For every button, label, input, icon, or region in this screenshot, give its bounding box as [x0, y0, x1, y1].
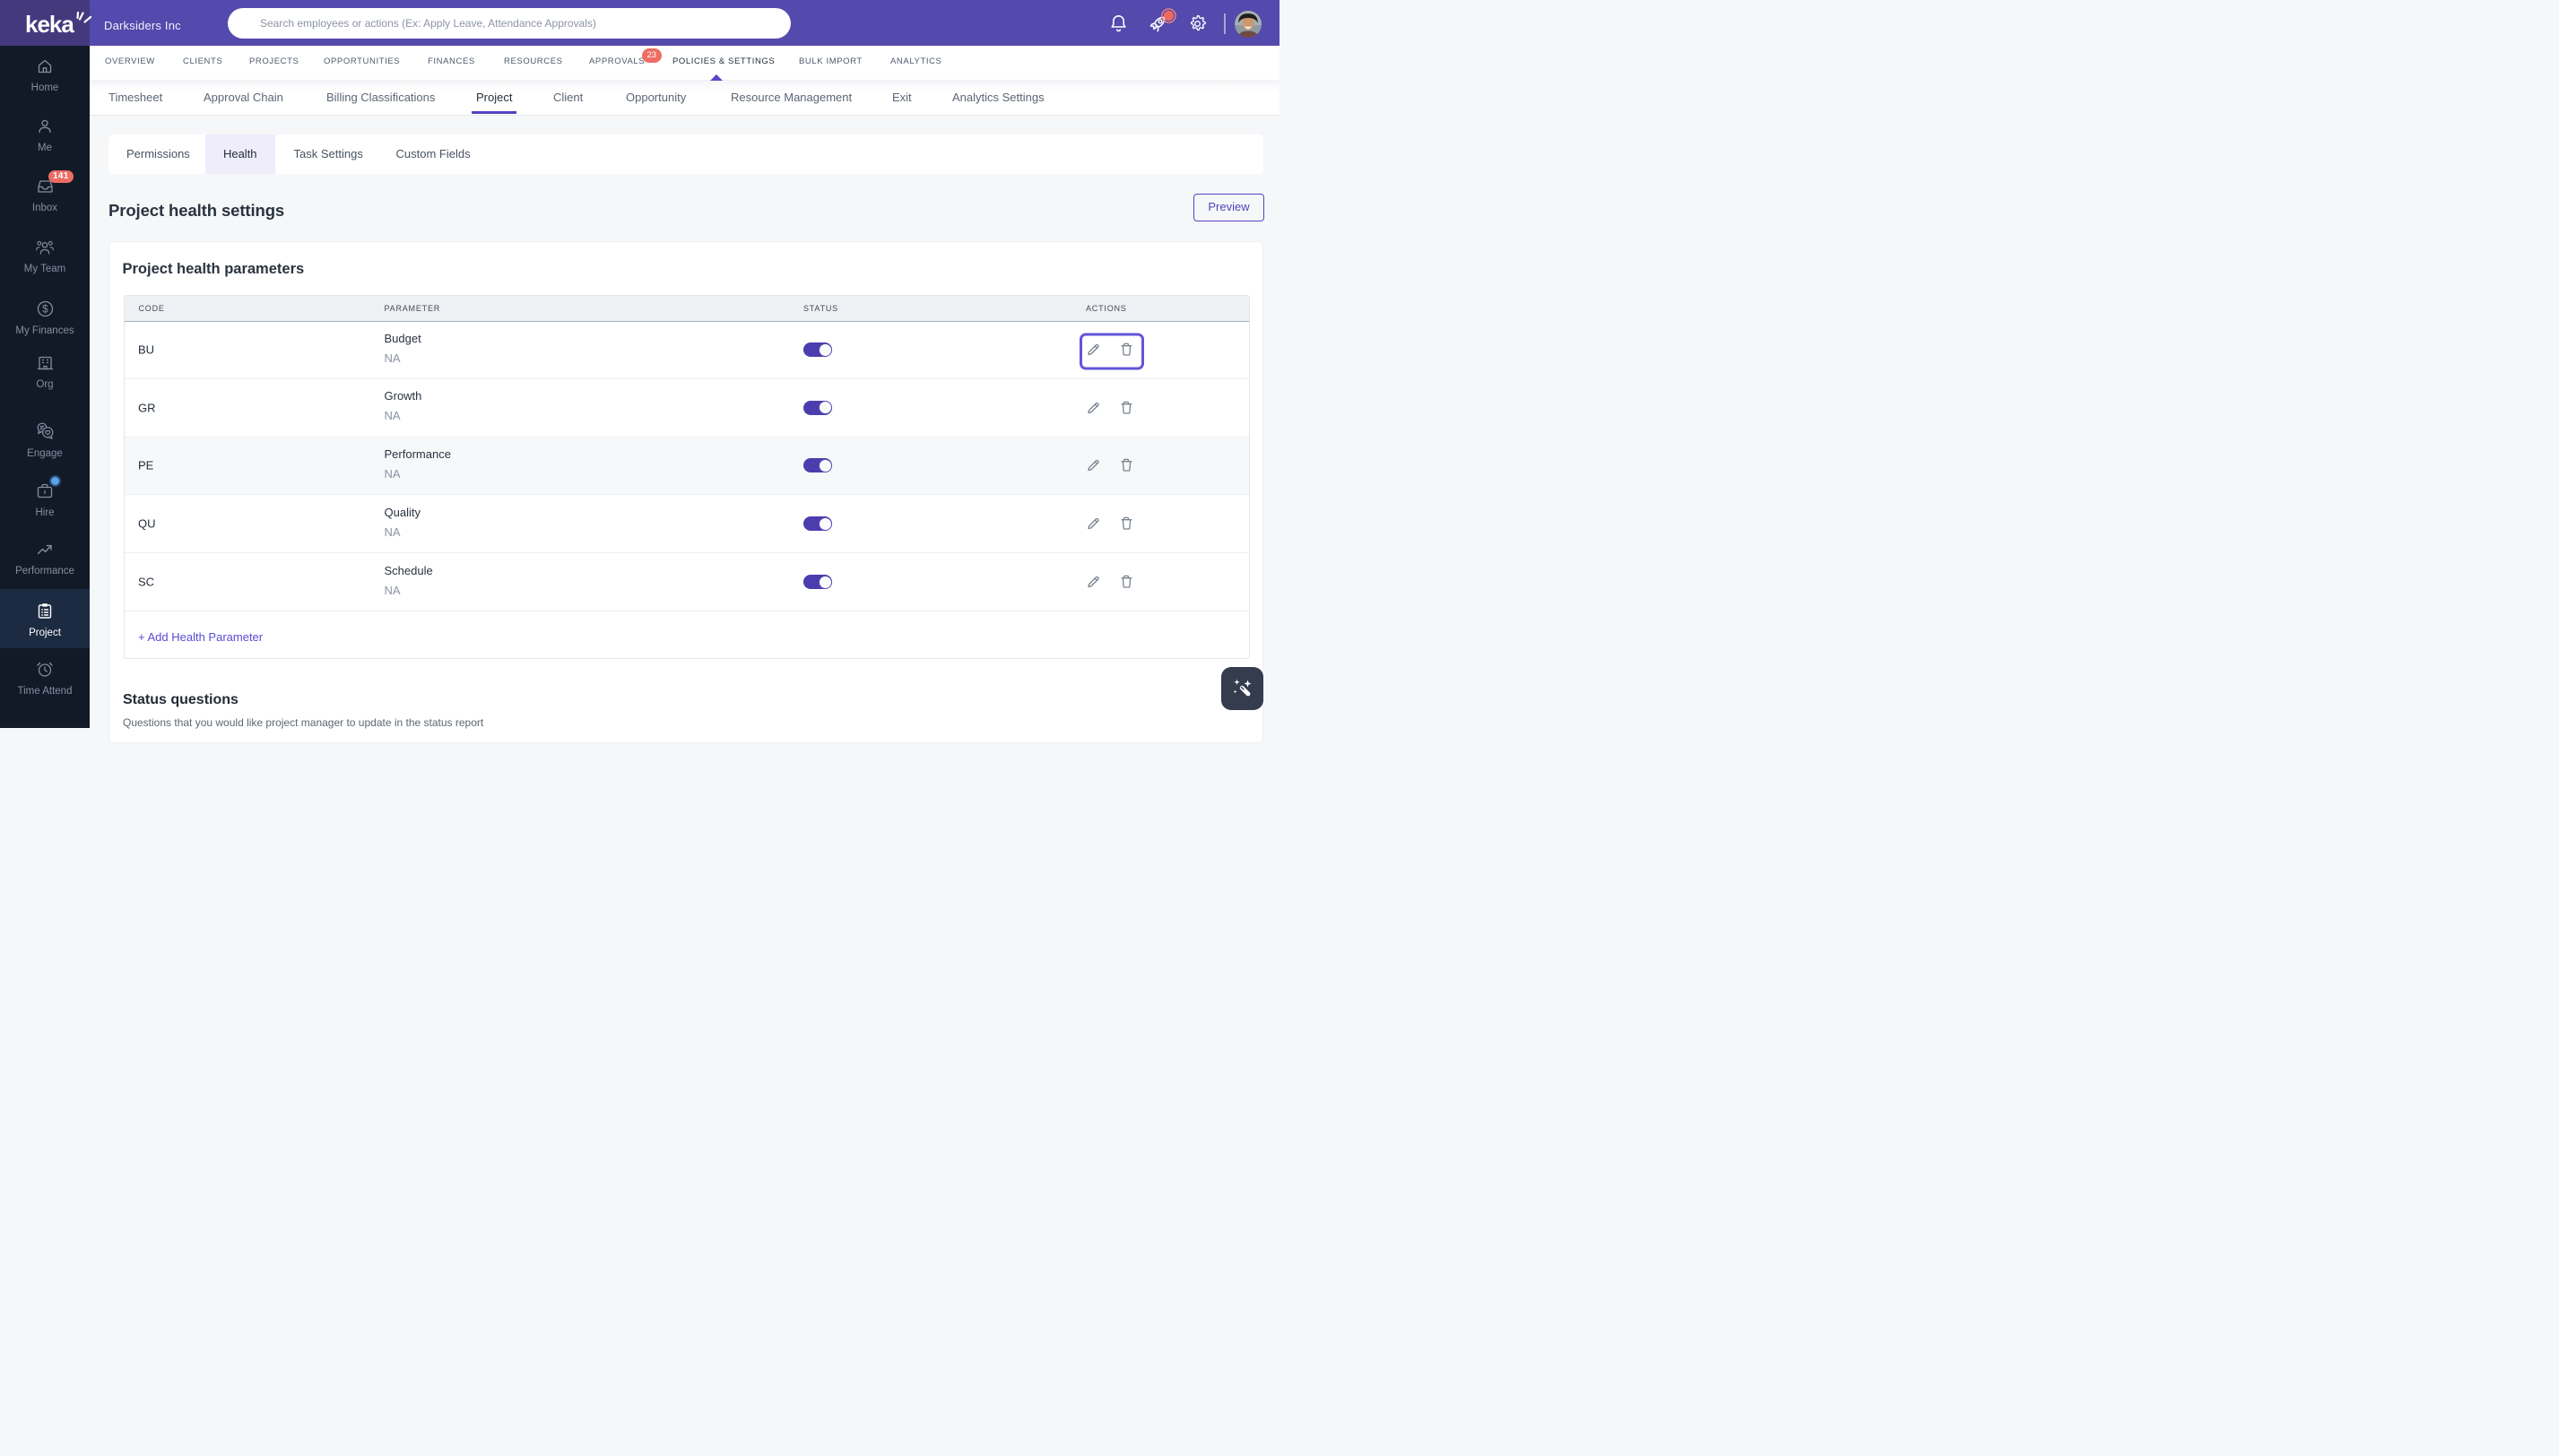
svg-text:$: $: [42, 305, 48, 316]
svg-text:keka: keka: [25, 11, 74, 37]
